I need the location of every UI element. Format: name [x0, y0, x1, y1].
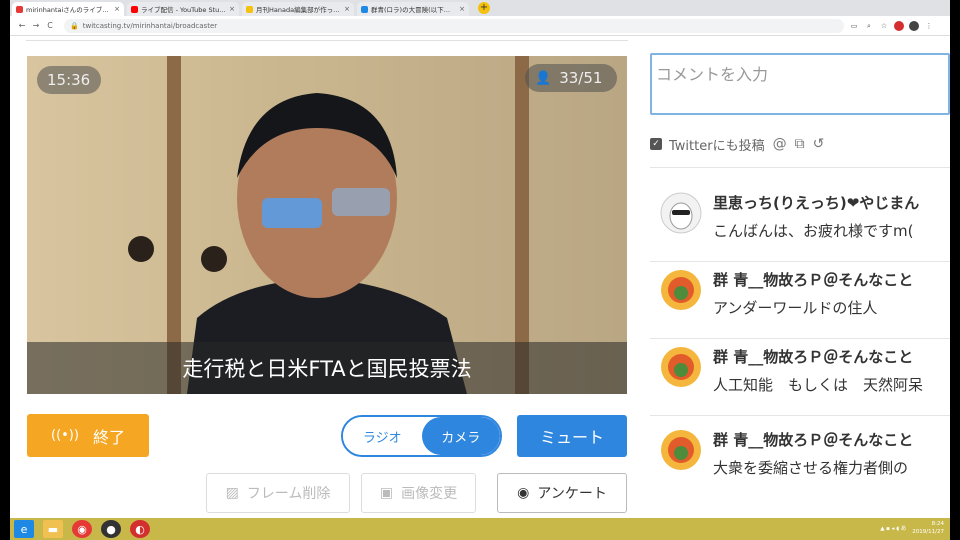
comment-author[interactable]: 群 青__物故ろＰ＠そんなこと: [713, 346, 913, 367]
file-explorer-icon[interactable]: ▬: [43, 520, 63, 538]
browser-tab-1[interactable]: mirinhantaiさんのライブ配信 ×: [12, 2, 124, 16]
clock[interactable]: 8:24 2019/11/27: [912, 520, 944, 536]
url-field[interactable]: 🔒 twitcasting.tv/mirinhantai/broadcaster: [64, 18, 844, 33]
frame-delete-button[interactable]: ▨ フレーム削除: [206, 473, 350, 513]
back-icon[interactable]: ←: [16, 21, 28, 30]
end-label: 終了: [92, 427, 125, 447]
image-change-button[interactable]: ▣ 画像変更: [361, 473, 476, 513]
windows-taskbar: e ▬ ◉ ● ◐ ▲ ▪ ◂ ◖ あ 8:24 2019/11/27: [10, 518, 950, 540]
comment-text: 人工知能 もしくは 天然阿呆: [713, 376, 924, 394]
favicon-icon: [361, 5, 368, 13]
address-bar: ← → C 🔒 twitcasting.tv/mirinhantai/broad…: [10, 16, 950, 36]
viewer-count: 33/51: [559, 69, 603, 87]
profile-avatar[interactable]: [909, 20, 919, 31]
camera-option[interactable]: カメラ: [421, 417, 500, 455]
image-icon: ▣: [379, 485, 394, 501]
avatar: [661, 270, 701, 310]
broadcast-title: 走行税と日米FTAと国民投票法: [182, 357, 472, 381]
extension-icon[interactable]: [894, 20, 904, 31]
radio-camera-toggle[interactable]: ラジオ カメラ: [341, 415, 502, 457]
comment-author[interactable]: 里恵っち(りえっち)❤やじまん: [713, 192, 919, 213]
video-detail: [128, 236, 154, 262]
close-icon[interactable]: ×: [229, 5, 235, 13]
tab-title: 月刊Hanada編集部が作った入門: [256, 6, 341, 14]
system-tray: ▲ ▪ ◂ ◖ あ 8:24 2019/11/27: [880, 520, 944, 536]
favicon-icon: [246, 5, 253, 13]
youtube-icon: [131, 5, 138, 13]
browser-tab-4[interactable]: 群青(ロラ)の大冒険(以下、本編 ×: [357, 2, 469, 16]
video-preview: 15:36 👤 33/51 走行税と日米FTAと国民投票法: [27, 56, 627, 394]
frame-delete-label: フレーム削除: [246, 486, 331, 502]
comment-item: 群 青__物故ろＰ＠そんなこと 人工知能 もしくは 天然阿呆: [650, 336, 950, 412]
frame-icon: ▨: [225, 485, 239, 501]
comment-item: 群 青__物故ろＰ＠そんなこと 大衆を委縮させる権力者側の: [650, 419, 950, 495]
close-icon[interactable]: ×: [114, 5, 120, 13]
tray-icons[interactable]: ▲ ▪ ◂ ◖ あ: [880, 524, 906, 532]
clock-date: 2019/11/27: [912, 529, 944, 535]
tab-title: mirinhantaiさんのライブ配信: [26, 6, 112, 14]
twitter-label: Twitterにも投稿: [669, 138, 765, 154]
avatar: [661, 347, 701, 387]
twitter-checkbox[interactable]: ✓: [650, 138, 662, 150]
clock-time: 8:24: [931, 521, 944, 527]
favicon-icon: [16, 5, 23, 13]
viewer-count-badge: 👤 33/51: [525, 64, 617, 92]
comment-placeholder: コメントを入力: [656, 65, 769, 84]
chat-icon: ◉: [517, 485, 530, 501]
star-icon[interactable]: ☆: [879, 21, 889, 31]
browser-tab-2[interactable]: ライブ配信 - YouTube Studio ×: [127, 2, 239, 16]
app-icon[interactable]: ◐: [130, 520, 150, 538]
end-broadcast-button[interactable]: ((•)) 終了: [27, 414, 149, 457]
new-tab-button[interactable]: +: [478, 2, 490, 14]
reload-icon[interactable]: C: [44, 21, 56, 30]
copy-icon[interactable]: ⧉: [795, 136, 805, 152]
comment-text: 大衆を委縮させる権力者側の: [713, 459, 909, 477]
survey-button[interactable]: ◉ アンケート: [497, 473, 627, 513]
tab-title: 群青(ロラ)の大冒険(以下、本編: [371, 6, 457, 14]
internet-explorer-icon[interactable]: e: [14, 520, 34, 538]
avatar: [661, 430, 701, 470]
close-icon[interactable]: ×: [344, 5, 350, 13]
avatar: [660, 192, 702, 234]
comment-author[interactable]: 群 青__物故ろＰ＠そんなこと: [713, 429, 913, 450]
comment-text: こんばんは、お疲れ様ですm(: [713, 222, 914, 240]
comment-item: 群 青__物故ろＰ＠そんなこと アンダーワールドの住人: [650, 259, 950, 335]
refresh-icon[interactable]: ↺: [813, 136, 825, 152]
browser-tab-strip: mirinhantaiさんのライブ配信 × ライブ配信 - YouTube St…: [10, 0, 950, 16]
image-change-label: 画像変更: [401, 486, 458, 502]
screen: mirinhantaiさんのライブ配信 × ライブ配信 - YouTube St…: [10, 0, 950, 540]
zoom-icon[interactable]: ⌕: [864, 21, 874, 31]
divider: [26, 40, 628, 41]
divider: [650, 415, 950, 416]
comment-text: アンダーワールドの住人: [713, 299, 878, 317]
tab-title: ライブ配信 - YouTube Studio: [141, 6, 227, 14]
chrome-icon[interactable]: ◉: [72, 520, 92, 538]
comment-item: 里恵っち(りえっち)❤やじまん こんばんは、お疲れ様ですm(: [650, 182, 950, 258]
obs-icon[interactable]: ●: [101, 520, 121, 538]
forward-icon[interactable]: →: [30, 21, 42, 30]
close-icon[interactable]: ×: [459, 5, 465, 13]
broadcast-title-caption: 走行税と日米FTAと国民投票法: [27, 342, 627, 394]
comment-input[interactable]: コメントを入力: [650, 53, 950, 115]
twitter-post-row: ✓ Twitterにも投稿 @ ⧉ ↺: [650, 134, 950, 154]
survey-label: アンケート: [537, 486, 607, 502]
at-icon[interactable]: @: [773, 136, 787, 152]
menu-icon[interactable]: ⋮: [924, 21, 934, 31]
broadcaster-page: 15:36 👤 33/51 走行税と日米FTAと国民投票法 ((•)) 終了 ラ…: [10, 36, 950, 518]
radio-option[interactable]: ラジオ: [343, 417, 422, 455]
person-icon: 👤: [535, 70, 552, 86]
lock-icon: 🔒: [70, 21, 79, 30]
divider: [650, 167, 950, 168]
comment-author[interactable]: 群 青__物故ろＰ＠そんなこと: [713, 269, 913, 290]
mute-button[interactable]: ミュート: [517, 415, 627, 457]
url-text: twitcasting.tv/mirinhantai/broadcaster: [82, 21, 218, 30]
cast-icon[interactable]: ▭: [849, 21, 859, 31]
elapsed-time: 15:36: [47, 71, 91, 89]
broadcast-icon: ((•)): [51, 428, 79, 443]
elapsed-time-badge: 15:36: [37, 66, 101, 94]
browser-tab-3[interactable]: 月刊Hanada編集部が作った入門 ×: [242, 2, 354, 16]
